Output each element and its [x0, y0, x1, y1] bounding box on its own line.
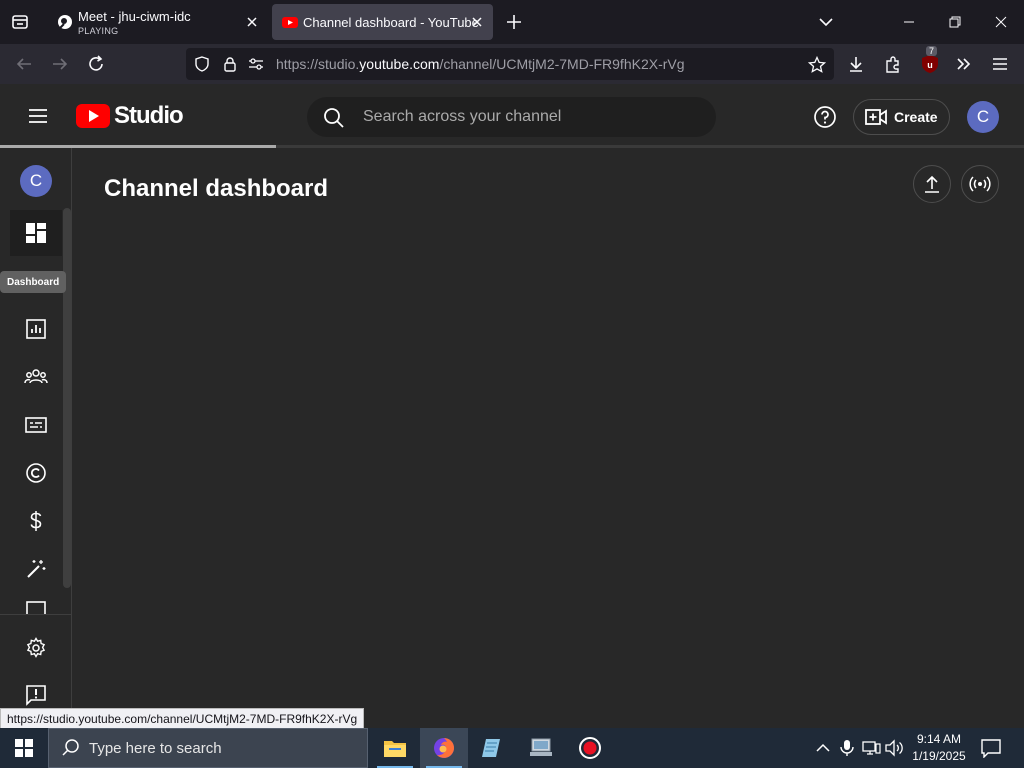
- minimize-icon[interactable]: [886, 0, 932, 44]
- sidebar-item-community[interactable]: [10, 354, 62, 400]
- sidebar-tooltip: Dashboard: [0, 271, 67, 293]
- dashboard-main: Channel dashboard: [72, 148, 1024, 728]
- studio-sidebar: C: [0, 148, 72, 728]
- youtube-favicon-icon: [282, 14, 298, 30]
- search-icon: [62, 739, 79, 756]
- reload-icon[interactable]: [84, 52, 108, 76]
- new-tab-icon[interactable]: [504, 12, 524, 32]
- url-prefix: https://studio.: [276, 56, 360, 72]
- list-all-tabs-icon[interactable]: [816, 12, 836, 32]
- sidebar-item-earn[interactable]: [10, 498, 62, 544]
- svg-text:u: u: [927, 60, 933, 70]
- windows-taskbar: Type here to search 9:14 AM 1/19/2025: [0, 728, 1024, 768]
- upload-icon: [925, 175, 939, 193]
- subtitles-icon: [25, 417, 47, 433]
- remote-app-icon[interactable]: [517, 728, 565, 768]
- firefox-icon[interactable]: [420, 728, 468, 768]
- extension-badge: 7: [926, 46, 938, 56]
- sidebar-item-analytics[interactable]: [10, 306, 62, 352]
- notepad-app-icon[interactable]: [468, 728, 516, 768]
- windows-start-icon[interactable]: [0, 728, 48, 768]
- community-icon: [24, 369, 48, 384]
- audio-library-icon: [26, 601, 46, 614]
- back-icon[interactable]: [12, 52, 36, 76]
- tab-channel-dashboard[interactable]: Channel dashboard - YouTube: [272, 4, 493, 40]
- forward-icon[interactable]: [48, 52, 72, 76]
- show-hidden-icons-icon[interactable]: [813, 738, 833, 758]
- clock-time: 9:14 AM: [916, 732, 962, 746]
- create-label: Create: [894, 109, 938, 125]
- taskbar-search-placeholder: Type here to search: [89, 739, 222, 757]
- firefox-view-icon[interactable]: [8, 10, 32, 34]
- gear-icon: [26, 637, 46, 658]
- taskbar-search-box[interactable]: Type here to search: [48, 728, 368, 768]
- go-live-button[interactable]: [961, 165, 999, 203]
- window-close-icon[interactable]: [978, 0, 1024, 44]
- bookmark-star-icon[interactable]: [807, 55, 827, 73]
- close-tab-icon[interactable]: [244, 14, 260, 30]
- meet-favicon-icon: [56, 14, 72, 30]
- notifications-icon[interactable]: [980, 738, 1002, 759]
- sidebar-item-copyright[interactable]: [10, 450, 62, 496]
- analytics-icon: [26, 319, 46, 339]
- sidebar-item-settings[interactable]: [10, 625, 62, 671]
- system-clock[interactable]: 9:14 AM 1/19/2025: [906, 731, 972, 765]
- shield-icon[interactable]: [194, 56, 210, 72]
- feedback-icon: [26, 685, 46, 706]
- extensions-icon[interactable]: [881, 52, 905, 76]
- tab-title: Channel dashboard - YouTube: [303, 15, 479, 30]
- clock-date: 1/19/2025: [912, 749, 966, 763]
- sidebar-divider: [0, 614, 71, 615]
- search-input[interactable]: [363, 97, 703, 137]
- sidebar-scrollbar[interactable]: [63, 208, 71, 588]
- dollar-icon: [30, 511, 42, 531]
- network-icon[interactable]: [861, 738, 881, 758]
- search-icon[interactable]: [323, 107, 345, 129]
- url-bar[interactable]: https://studio.youtube.com/channel/UCMtj…: [186, 48, 834, 80]
- volume-icon[interactable]: [884, 738, 904, 758]
- studio-header: Studio Create C: [0, 84, 1024, 148]
- browser-nav-bar: https://studio.youtube.com/channel/UCMtj…: [0, 44, 1024, 84]
- recorder-app-icon[interactable]: [566, 728, 614, 768]
- downloads-icon[interactable]: [844, 52, 868, 76]
- magic-wand-icon: [27, 560, 46, 578]
- youtube-logo-icon: [76, 104, 110, 128]
- live-broadcast-icon: [969, 176, 991, 192]
- help-icon[interactable]: [812, 104, 838, 130]
- channel-search: [307, 97, 716, 137]
- more-tools-icon[interactable]: [952, 52, 976, 76]
- tab-playing-label: PLAYING: [78, 26, 119, 36]
- create-video-icon: [865, 109, 887, 125]
- url-text: https://studio.youtube.com/channel/UCMtj…: [276, 56, 685, 72]
- tab-meet[interactable]: Meet - jhu-ciwm-idc PLAYING: [46, 4, 268, 40]
- permissions-icon[interactable]: [248, 56, 264, 72]
- account-avatar[interactable]: C: [967, 101, 999, 133]
- ublock-extension-icon[interactable]: u 7: [918, 46, 942, 76]
- url-path: /channel/UCMtjM2-7MD-FR9fhK2X-rVg: [439, 56, 685, 72]
- logo-text: Studio: [114, 102, 184, 129]
- sidebar-item-customization[interactable]: [10, 546, 62, 592]
- create-button[interactable]: Create: [853, 99, 950, 135]
- close-tab-icon[interactable]: [469, 14, 485, 30]
- studio-logo[interactable]: Studio: [76, 102, 184, 130]
- microphone-icon[interactable]: [837, 738, 857, 758]
- dashboard-icon: [26, 223, 46, 243]
- browser-tab-strip: Meet - jhu-ciwm-idc PLAYING Channel dash…: [0, 0, 1024, 44]
- file-explorer-icon[interactable]: [371, 728, 419, 768]
- link-status-url: https://studio.youtube.com/channel/UCMtj…: [0, 708, 365, 729]
- sidebar-item-dashboard[interactable]: [10, 210, 62, 256]
- menu-icon[interactable]: [988, 52, 1012, 76]
- url-domain: youtube.com: [359, 56, 440, 72]
- restore-icon[interactable]: [932, 0, 978, 44]
- sidebar-item-subtitles[interactable]: [10, 402, 62, 448]
- copyright-icon: [26, 463, 46, 483]
- sidebar-item-audio-library[interactable]: [10, 594, 62, 614]
- channel-avatar[interactable]: C: [20, 165, 52, 197]
- screen: Meet - jhu-ciwm-idc PLAYING Channel dash…: [0, 0, 1024, 768]
- lock-icon[interactable]: [222, 56, 238, 72]
- hamburger-menu-icon[interactable]: [26, 104, 50, 128]
- upload-video-button[interactable]: [913, 165, 951, 203]
- tab-title: Meet - jhu-ciwm-idc: [78, 9, 191, 24]
- page-title: Channel dashboard: [104, 175, 329, 202]
